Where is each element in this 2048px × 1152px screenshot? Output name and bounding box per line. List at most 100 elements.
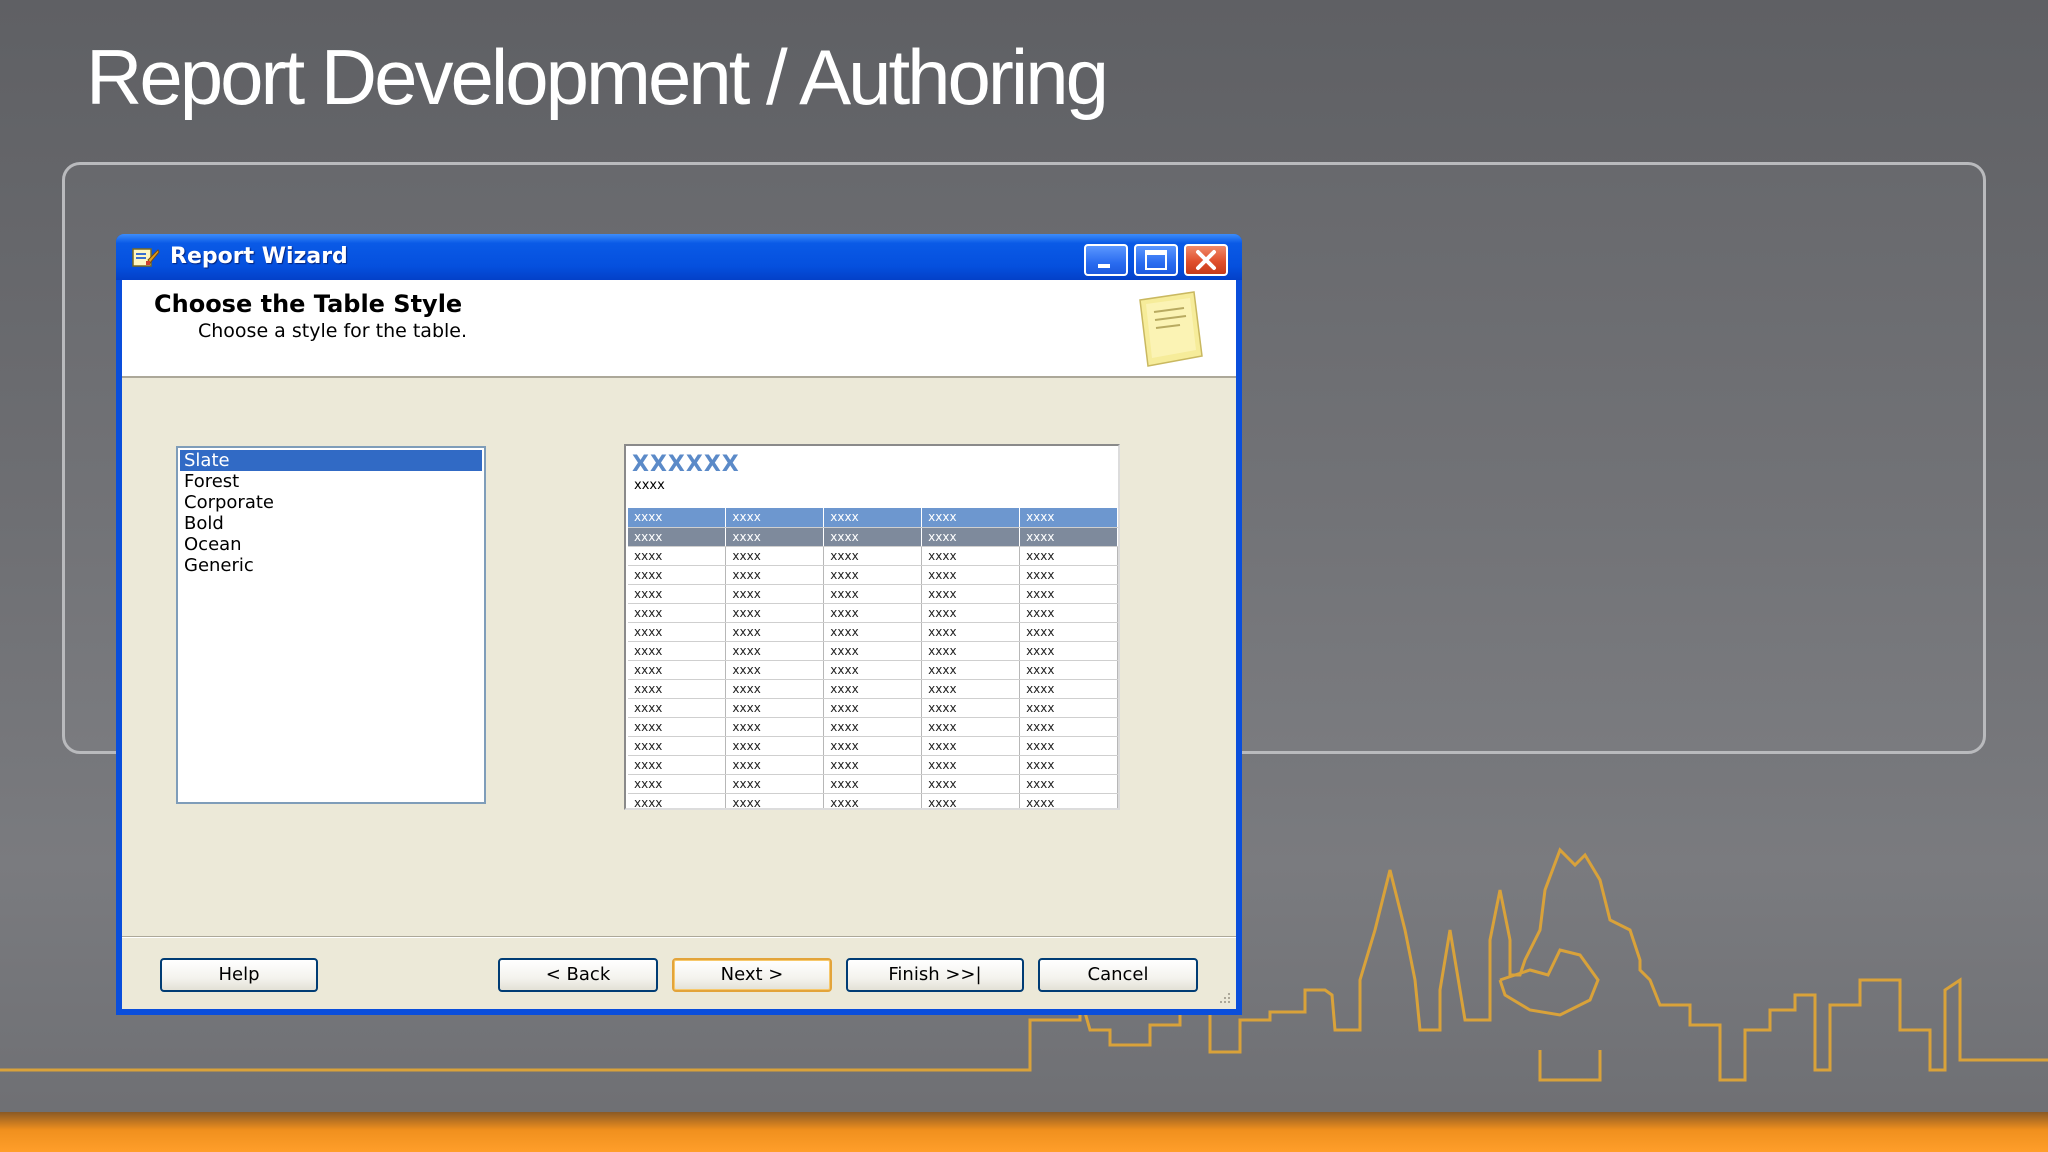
preview-detail-row: xxxx xxxx xxxx xxxx xxxx <box>628 736 1118 756</box>
preview-cell: xxxx <box>628 736 727 756</box>
preview-cell: xxxx <box>823 641 923 661</box>
button-separator <box>122 936 1236 938</box>
preview-cell: xxxx <box>628 717 727 737</box>
preview-cell: xxxx <box>921 603 1021 623</box>
preview-cell: xxxx <box>823 527 923 547</box>
preview-cell: xxxx <box>725 774 825 794</box>
preview-cell: xxxx <box>1019 565 1118 585</box>
preview-cell: xxxx <box>725 584 825 604</box>
close-button[interactable] <box>1184 244 1228 276</box>
preview-detail-row: xxxx xxxx xxxx xxxx xxxx <box>628 755 1118 775</box>
preview-cell: xxxx <box>725 793 825 808</box>
style-item-ocean[interactable]: Ocean <box>180 534 482 555</box>
preview-cell: xxxx <box>921 565 1021 585</box>
preview-cell: xxxx <box>1019 527 1118 547</box>
preview-detail-row: xxxx xxxx xxxx xxxx xxxx <box>628 641 1118 661</box>
preview-cell: xxxx <box>628 793 727 808</box>
preview-detail-row: xxxx xxxx xxxx xxxx xxxx <box>628 660 1118 680</box>
preview-cell: xxxx <box>1019 508 1118 528</box>
preview-cell: xxxx <box>628 698 727 718</box>
preview-cell: xxxx <box>1019 717 1118 737</box>
preview-cell: xxxx <box>725 508 825 528</box>
preview-cell: xxxx <box>628 565 727 585</box>
preview-cell: xxxx <box>823 717 923 737</box>
preview-cell: xxxx <box>823 584 923 604</box>
wizard-client-area: Choose the Table Style Choose a style fo… <box>122 280 1236 1009</box>
help-button[interactable]: Help <box>160 958 318 992</box>
preview-cell: xxxx <box>725 641 825 661</box>
report-wizard-window: Report Wizard Choose the Table Style Cho… <box>116 234 1242 1015</box>
preview-cell: xxxx <box>823 755 923 775</box>
preview-cell: xxxx <box>823 603 923 623</box>
style-item-bold[interactable]: Bold <box>180 513 482 534</box>
preview-cell: xxxx <box>628 774 727 794</box>
preview-cell: xxxx <box>725 660 825 680</box>
preview-cell: xxxx <box>921 622 1021 642</box>
preview-cell: xxxx <box>921 641 1021 661</box>
preview-cell: xxxx <box>725 679 825 699</box>
resize-grip-icon[interactable] <box>1216 989 1232 1005</box>
preview-cell: xxxx <box>1019 774 1118 794</box>
preview-cell: xxxx <box>725 755 825 775</box>
note-icon <box>1139 291 1203 367</box>
preview-cell: xxxx <box>628 527 727 547</box>
maximize-button[interactable] <box>1134 244 1178 276</box>
preview-cell: xxxx <box>823 679 923 699</box>
preview-cell: xxxx <box>725 565 825 585</box>
preview-header-row: xxxx xxxx xxxx xxxx xxxx <box>628 508 1118 528</box>
preview-cell: xxxx <box>823 508 923 528</box>
preview-cell: xxxx <box>1019 622 1118 642</box>
style-item-forest[interactable]: Forest <box>180 471 482 492</box>
preview-detail-row: xxxx xxxx xxxx xxxx xxxx <box>628 603 1118 623</box>
style-item-generic[interactable]: Generic <box>180 555 482 576</box>
preview-cell: xxxx <box>921 584 1021 604</box>
preview-cell: xxxx <box>1019 603 1118 623</box>
preview-cell: xxxx <box>725 546 825 566</box>
preview-title: XXXXXX <box>632 452 740 477</box>
preview-cell: xxxx <box>1019 679 1118 699</box>
window-titlebar[interactable]: Report Wizard <box>116 234 1242 280</box>
style-item-slate[interactable]: Slate <box>180 450 482 471</box>
preview-cell: xxxx <box>1019 736 1118 756</box>
style-item-corporate[interactable]: Corporate <box>180 492 482 513</box>
cancel-button[interactable]: Cancel <box>1038 958 1198 992</box>
preview-cell: xxxx <box>725 622 825 642</box>
preview-cell: xxxx <box>823 793 923 808</box>
preview-detail-row: xxxx xxxx xxxx xxxx xxxx <box>628 793 1118 808</box>
preview-cell: xxxx <box>921 508 1021 528</box>
preview-cell: xxxx <box>921 527 1021 547</box>
minimize-button[interactable] <box>1084 244 1128 276</box>
preview-cell: xxxx <box>921 755 1021 775</box>
page-heading: Choose the Table Style <box>154 290 463 318</box>
preview-cell: xxxx <box>1019 546 1118 566</box>
preview-cell: xxxx <box>628 603 727 623</box>
back-button[interactable]: < Back <box>498 958 658 992</box>
preview-cell: xxxx <box>628 679 727 699</box>
preview-cell: xxxx <box>823 736 923 756</box>
preview-cell: xxxx <box>725 603 825 623</box>
preview-cell: xxxx <box>921 546 1021 566</box>
preview-cell: xxxx <box>921 717 1021 737</box>
preview-detail-row: xxxx xxxx xxxx xxxx xxxx <box>628 584 1118 604</box>
preview-cell: xxxx <box>1019 584 1118 604</box>
finish-button[interactable]: Finish >>| <box>846 958 1024 992</box>
preview-detail-row: xxxx xxxx xxxx xxxx xxxx <box>628 622 1118 642</box>
style-listbox[interactable]: Slate Forest Corporate Bold Ocean Generi… <box>176 446 486 804</box>
preview-cell: xxxx <box>725 736 825 756</box>
preview-cell: xxxx <box>823 546 923 566</box>
preview-cell: xxxx <box>628 622 727 642</box>
wizard-header: Choose the Table Style Choose a style fo… <box>122 280 1236 378</box>
preview-cell: xxxx <box>921 774 1021 794</box>
preview-cell: xxxx <box>1019 755 1118 775</box>
next-button[interactable]: Next > <box>672 958 832 992</box>
preview-detail-row: xxxx xxxx xxxx xxxx xxxx <box>628 565 1118 585</box>
wizard-app-icon <box>132 248 160 267</box>
preview-cell: xxxx <box>628 641 727 661</box>
preview-detail-row: xxxx xxxx xxxx xxxx xxxx <box>628 698 1118 718</box>
preview-cell: xxxx <box>921 660 1021 680</box>
page-subheading: Choose a style for the table. <box>198 320 468 342</box>
preview-cell: xxxx <box>725 527 825 547</box>
preview-cell: xxxx <box>1019 793 1118 808</box>
slide-title: Report Development / Authoring <box>86 33 1109 121</box>
preview-cell: xxxx <box>628 584 727 604</box>
